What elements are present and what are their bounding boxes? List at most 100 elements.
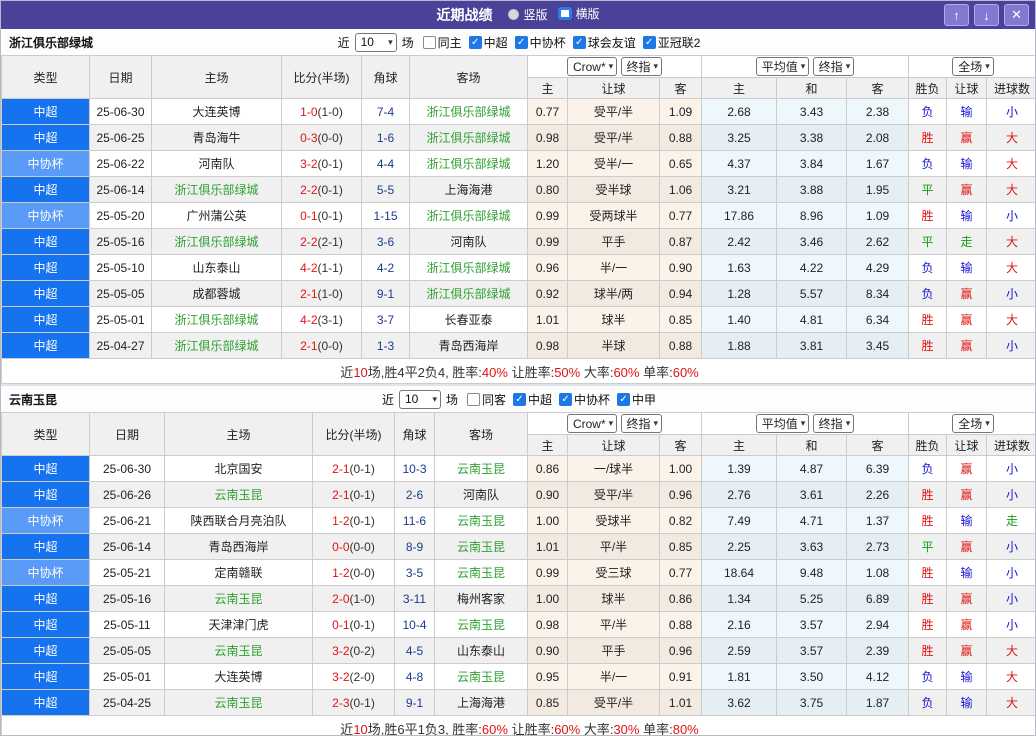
winloss-result: 胜 — [908, 507, 948, 534]
crow-away-odds: 1.09 — [659, 98, 702, 125]
checkbox-label: 球会友谊 — [587, 35, 636, 50]
avg-away-odds: 3.45 — [845, 332, 910, 359]
checkbox-icon[interactable] — [422, 35, 436, 49]
crow-home-odds: 0.92 — [527, 280, 568, 307]
date-cell: 25-04-25 — [89, 689, 165, 716]
avg-odds-time-select[interactable]: 终指 ▾ — [812, 57, 855, 76]
fulltime-score: 2-1 — [300, 286, 318, 301]
date-cell: 25-05-05 — [89, 280, 152, 307]
avg-odds-time-select[interactable]: 终指 ▾ — [812, 414, 855, 433]
summary-text: 30% — [613, 721, 640, 736]
scroll-up-button[interactable]: ↑ — [944, 4, 969, 26]
filter-checkbox[interactable]: ✓ 中超 — [513, 391, 552, 408]
layout-radio-option[interactable]: 竖版 — [508, 6, 548, 23]
avg-away-odds: 2.38 — [845, 98, 910, 125]
crow-handicap: 半球 — [567, 332, 660, 359]
results-table: 类型 日期 主场 比分(半场) 角球 客场 Crow* ▾ 终指 ▾ 平均值 ▾ 终指… — [1, 55, 1035, 384]
checkbox-icon[interactable] — [466, 392, 480, 406]
handicap-result: 输 — [946, 507, 988, 534]
odds-time-select[interactable]: 终指 ▾ — [620, 56, 663, 76]
summary-text: 60% — [554, 721, 581, 736]
filter-checkbox[interactable]: ✓ 球会友谊 — [572, 34, 636, 51]
score-cell: 2-1(0-1) — [312, 481, 395, 508]
date-cell: 25-05-05 — [89, 637, 165, 664]
bookmaker-select[interactable]: Crow* ▾ — [566, 57, 618, 77]
summary-text: 单率: — [639, 721, 673, 736]
checkbox-icon[interactable]: ✓ — [514, 35, 528, 49]
summary-row: 近10场,胜4平2负4, 胜率:40% 让胜率:50% 大率:60% 单率:60… — [1, 358, 1035, 384]
league-cell: 中超 — [1, 176, 90, 203]
filter-checkbox[interactable]: ✓ 中超 — [468, 34, 508, 51]
checkbox-icon[interactable]: ✓ — [468, 35, 482, 49]
near-label: 近 — [381, 392, 394, 407]
goals-result: 大 — [986, 306, 1035, 333]
subcol-handicap-result: 让球 — [946, 77, 988, 99]
match-row: 中超 25-06-30 北京国安 2-1(0-1) 10-3 云南玉昆 0.86 一/球半 1.… — [1, 455, 1035, 482]
checkbox-label: 中超 — [483, 35, 508, 50]
crow-handicap: 受平/半 — [567, 98, 660, 125]
crow-away-odds: 0.85 — [659, 306, 702, 333]
crow-handicap: 受平/半 — [567, 481, 660, 508]
match-row: 中超 25-06-30 大连英博 1-0(1-0) 7-4 浙江俱乐部绿城 0.77 受平/半… — [1, 98, 1035, 125]
checkbox-icon[interactable]: ✓ — [572, 35, 586, 49]
avg-away-odds: 1.87 — [845, 689, 910, 716]
crow-away-odds: 0.94 — [659, 280, 702, 307]
crow-handicap: 一/球半 — [567, 455, 660, 482]
filter-checkbox[interactable]: ✓ 中甲 — [617, 391, 656, 408]
crow-away-odds: 0.96 — [659, 481, 702, 508]
average-select[interactable]: 平均值 ▾ — [755, 57, 810, 76]
scroll-down-button[interactable]: ↓ — [974, 4, 999, 26]
avg-home-odds: 2.68 — [701, 98, 777, 125]
scope-select-value: 全场 — [958, 60, 983, 74]
chevron-down-icon: ▾ — [845, 418, 851, 428]
league-cell: 中超 — [1, 455, 90, 482]
match-count-select[interactable]: 10 ▾ — [354, 32, 397, 52]
bookmaker-select[interactable]: Crow* ▾ — [566, 414, 618, 434]
avg-home-odds: 1.88 — [701, 332, 777, 359]
filter-checkbox[interactable]: ✓ 中协杯 — [514, 34, 566, 51]
goals-result: 大 — [986, 150, 1035, 177]
avg-away-odds: 2.39 — [845, 637, 910, 664]
chevron-down-icon: ▾ — [608, 418, 614, 429]
halftime-score: (1-0) — [317, 286, 343, 301]
layout-radio-option[interactable]: 横版 — [557, 5, 600, 22]
average-select-value: 平均值 — [761, 417, 798, 431]
avg-away-odds: 8.34 — [845, 280, 910, 307]
close-icon: ✕ — [1011, 7, 1022, 22]
odds-time-select-value: 终指 — [626, 416, 651, 431]
scope-select[interactable]: 全场 ▾ — [952, 57, 994, 76]
avg-draw-odds: 3.50 — [776, 663, 847, 690]
filter-checkbox[interactable]: ✓ 中协杯 — [559, 391, 610, 408]
handicap-result: 赢 — [946, 533, 988, 560]
filter-checkbox[interactable]: ✓ 亚冠联2 — [642, 34, 700, 51]
score-cell: 1-2(0-0) — [312, 559, 395, 586]
checkbox-icon[interactable]: ✓ — [559, 392, 573, 406]
filter-checkbox[interactable]: 同客 — [466, 391, 506, 408]
league-cell: 中超 — [1, 332, 90, 359]
away-team-cell: 上海海港 — [409, 176, 528, 203]
col-header-date: 日期 — [89, 55, 152, 99]
fulltime-score: 1-2 — [332, 565, 350, 580]
checkbox-icon[interactable]: ✓ — [513, 392, 526, 406]
close-button[interactable]: ✕ — [1004, 4, 1029, 26]
away-team-cell: 河南队 — [434, 481, 528, 508]
away-team-cell: 云南玉昆 — [434, 507, 528, 534]
checkbox-icon[interactable]: ✓ — [642, 35, 656, 49]
scope-select[interactable]: 全场 ▾ — [952, 414, 994, 433]
league-cell: 中超 — [1, 533, 90, 560]
crow-away-odds: 1.00 — [659, 455, 702, 482]
league-cell: 中协杯 — [1, 150, 90, 177]
goals-result: 小 — [986, 481, 1035, 508]
col-header-score: 比分(半场) — [312, 412, 395, 456]
match-count-select[interactable]: 10 ▾ — [398, 389, 441, 409]
checkbox-icon[interactable]: ✓ — [617, 392, 631, 406]
average-select[interactable]: 平均值 ▾ — [755, 414, 810, 433]
home-team-cell: 大连英博 — [164, 663, 313, 690]
odds-time-select[interactable]: 终指 ▾ — [620, 413, 663, 433]
avg-away-odds: 4.12 — [845, 663, 910, 690]
halftime-score: (0-1) — [349, 461, 375, 476]
filter-checkbox[interactable]: 同主 — [422, 34, 462, 51]
goals-result: 小 — [986, 611, 1035, 638]
match-row: 中超 25-05-10 山东泰山 4-2(1-1) 4-2 浙江俱乐部绿城 0.96 半/一 0… — [1, 254, 1035, 281]
summary-text: 80% — [672, 721, 699, 736]
